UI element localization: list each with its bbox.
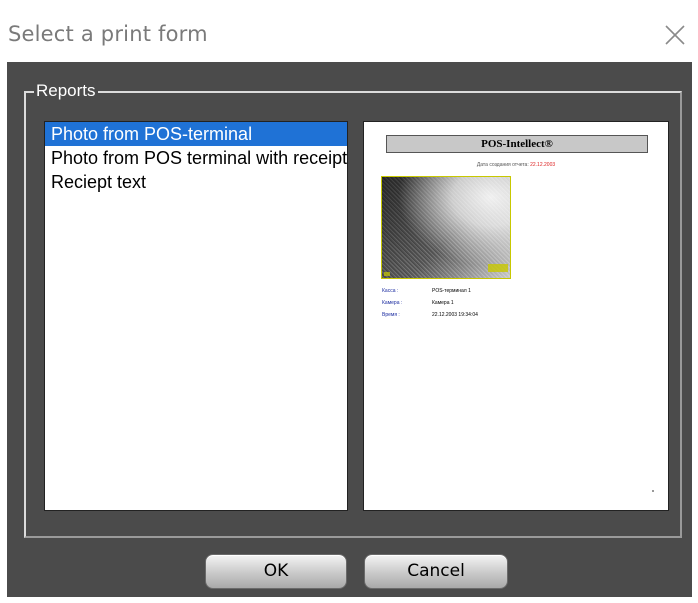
list-item-receipt-text[interactable]: Reciept text bbox=[45, 170, 347, 194]
window-title: Select a print form bbox=[8, 22, 208, 46]
preview-row-register: Касса : POS-терминал 1 bbox=[382, 288, 471, 294]
title-bar: Select a print form bbox=[0, 0, 698, 62]
cancel-button[interactable]: Cancel bbox=[364, 554, 508, 589]
report-preview: POS-Intellect® Дата создания отчета: 22.… bbox=[363, 121, 669, 511]
reports-list[interactable]: Photo from POS-terminal Photo from POS t… bbox=[44, 121, 348, 511]
list-item-photo-pos-terminal-with-receipt[interactable]: Photo from POS terminal with receipt bbox=[45, 146, 347, 170]
dialog-body: Reports Photo from POS-terminal Photo fr… bbox=[7, 62, 692, 597]
reports-group-label: Reports bbox=[34, 81, 98, 101]
photo-camera-overlay bbox=[384, 272, 390, 276]
preview-row-time: Время :22.12.2003 19:34:04 bbox=[382, 312, 478, 318]
preview-date: Дата создания отчета: 22.12.2003 bbox=[364, 162, 668, 168]
list-item-photo-pos-terminal[interactable]: Photo from POS-terminal bbox=[45, 122, 347, 146]
preview-header: POS-Intellect® bbox=[386, 135, 648, 153]
photo-timestamp-overlay bbox=[488, 264, 508, 272]
preview-row-camera: Камера : Камера 1 bbox=[382, 300, 454, 306]
preview-date-label: Дата создания отчета: bbox=[476, 162, 529, 168]
close-icon[interactable] bbox=[662, 22, 688, 48]
reports-group: Reports Photo from POS-terminal Photo fr… bbox=[24, 81, 682, 538]
ok-button[interactable]: OK bbox=[205, 554, 347, 589]
preview-photo bbox=[381, 176, 511, 279]
preview-date-value: 22.12.2003 bbox=[530, 162, 556, 168]
preview-page-marker bbox=[652, 490, 654, 492]
